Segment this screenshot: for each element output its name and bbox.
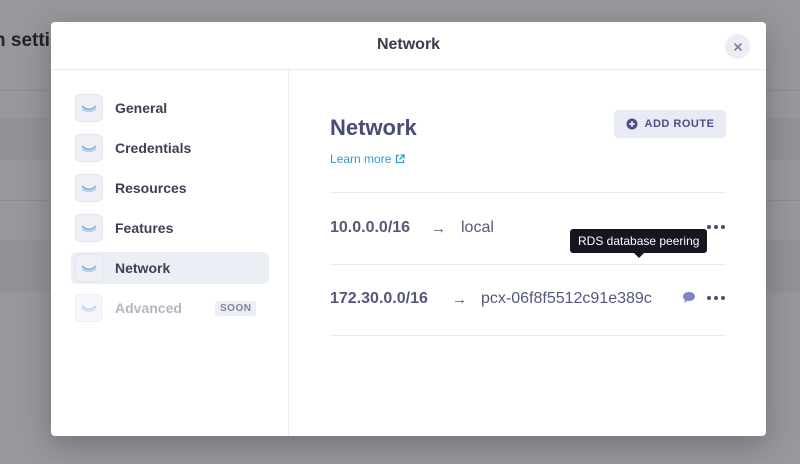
sidebar-item-label: Resources (115, 180, 187, 196)
learn-more-label: Learn more (330, 152, 392, 166)
external-link-icon (396, 154, 406, 164)
route-row: 172.30.0.0/16 → pcx-06f8f5512c91e389c (330, 264, 726, 334)
network-panel: Network Learn more ADD ROUTE 10.0.0.0/16… (290, 70, 766, 436)
route-cidr: 172.30.0.0/16 (330, 290, 428, 307)
settings-sidebar: General Credentials Resources Features N… (51, 70, 289, 436)
arrow-right-icon: → (431, 220, 446, 237)
route-target: pcx-06f8f5512c91e389c (481, 290, 652, 307)
route-target: local (461, 219, 494, 236)
arrow-right-icon: → (452, 291, 467, 308)
sidebar-item-label: General (115, 100, 168, 116)
wave-icon (75, 174, 103, 202)
add-route-button[interactable]: ADD ROUTE (614, 110, 726, 138)
sidebar-item-label: Credentials (115, 140, 192, 156)
wave-icon (75, 214, 103, 242)
wave-icon (75, 94, 103, 122)
wave-icon (75, 254, 103, 282)
add-route-label: ADD ROUTE (644, 118, 715, 130)
soon-badge: SOON (215, 301, 257, 316)
more-dot (714, 225, 718, 229)
sidebar-item-label: Network (115, 260, 171, 276)
sidebar-item-label: Advanced (115, 300, 182, 316)
close-button[interactable] (725, 34, 750, 59)
more-dot (721, 225, 725, 229)
tooltip-text: RDS database peering (578, 234, 700, 248)
page-title: Network (330, 115, 417, 140)
route-more-button[interactable] (706, 215, 726, 239)
more-dot (707, 225, 711, 229)
sidebar-item-general[interactable]: General (71, 92, 269, 124)
route-more-button[interactable] (706, 286, 726, 310)
sidebar-item-features[interactable]: Features (71, 212, 269, 244)
modal-header: Network (51, 22, 766, 70)
route-comment-tooltip: RDS database peering (570, 229, 708, 258)
sidebar-item-network[interactable]: Network (71, 252, 269, 284)
modal-title: Network (376, 36, 441, 53)
sidebar-item-resources[interactable]: Resources (71, 172, 269, 204)
route-cidr: 10.0.0.0/16 (330, 219, 411, 236)
learn-more-link[interactable]: Learn more (330, 152, 406, 166)
more-dot (721, 296, 725, 300)
sidebar-item-credentials[interactable]: Credentials (71, 132, 269, 164)
close-icon (733, 42, 742, 51)
wave-icon (75, 134, 103, 162)
wave-icon (75, 294, 103, 322)
comment-icon[interactable] (682, 291, 696, 304)
more-dot (707, 296, 711, 300)
more-dot (714, 296, 718, 300)
divider (330, 335, 726, 336)
sidebar-item-advanced: Advanced SOON (71, 292, 269, 324)
sidebar-item-label: Features (115, 220, 174, 236)
plus-circle-icon (626, 118, 638, 130)
